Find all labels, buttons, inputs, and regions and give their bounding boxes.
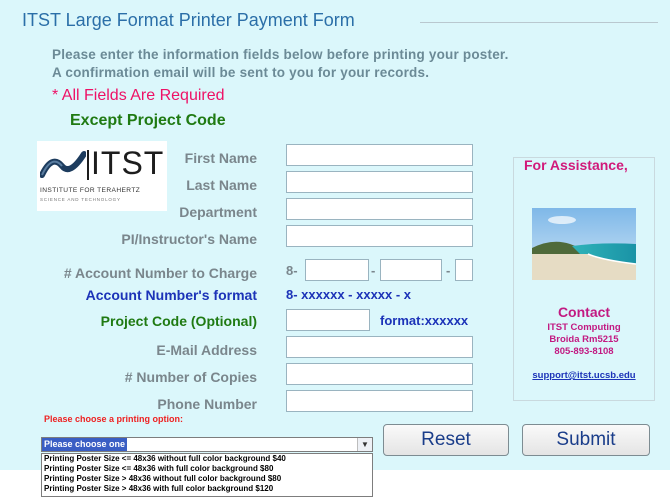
email-input[interactable] — [286, 336, 473, 358]
contact-heading: Contact — [557, 304, 611, 320]
last-name-input[interactable] — [286, 171, 473, 193]
account-format-label: Account Number's format — [85, 287, 257, 303]
printing-option-selected: Please choose one — [42, 438, 128, 451]
account-separator-1: - — [371, 263, 376, 278]
email-label: E-Mail Address — [156, 342, 257, 358]
intro-line-2: A confirmation email will be sent to you… — [52, 65, 430, 80]
support-email-link[interactable]: support@itst.ucsb.edu — [513, 370, 655, 381]
printing-option-list: Printing Poster Size <= 48x36 without fu… — [41, 453, 373, 497]
department-input[interactable] — [286, 198, 473, 220]
project-code-label: Project Code (Optional) — [100, 313, 257, 329]
printing-option-prompt: Please choose a printing option: — [44, 414, 184, 424]
title-divider — [420, 22, 658, 23]
logo-divider — [87, 150, 89, 180]
printing-option-3[interactable]: Printing Poster Size > 48x36 without ful… — [42, 474, 372, 484]
project-code-format-hint: format:xxxxxx — [380, 313, 469, 328]
printing-option-1[interactable]: Printing Poster Size <= 48x36 without fu… — [42, 454, 372, 464]
contact-line-3: 805-893-8108 — [554, 346, 614, 357]
first-name-input[interactable] — [286, 144, 473, 166]
itst-logo: ITST INSTITUTE FOR TERAHERTZ SCIENCE AND… — [37, 141, 167, 211]
department-label: Department — [179, 204, 257, 220]
copies-label: # Number of Copies — [124, 369, 257, 385]
logo-text: ITST — [91, 145, 165, 181]
logo-subtitle: INSTITUTE FOR TERAHERTZ — [40, 187, 141, 194]
account-part-3-input[interactable] — [455, 259, 473, 281]
printing-option-4[interactable]: Printing Poster Size > 48x36 with full c… — [42, 484, 372, 494]
logo-wave-icon — [40, 151, 86, 178]
printing-option-2[interactable]: Printing Poster Size <= 48x36 with full … — [42, 464, 372, 474]
account-prefix: 8- — [286, 263, 298, 278]
except-note: Except Project Code — [70, 112, 226, 129]
last-name-label: Last Name — [186, 177, 257, 193]
logo-subtitle-2: SCIENCE AND TECHNOLOGY — [40, 197, 121, 202]
intro-line-1: Please enter the information fields belo… — [52, 47, 509, 62]
beach-photo — [532, 208, 636, 280]
printing-option-select[interactable]: Please choose one ▼ — [41, 437, 373, 452]
first-name-label: First Name — [184, 150, 257, 166]
account-separator-2: - — [446, 263, 451, 278]
project-code-input[interactable] — [286, 309, 370, 331]
account-part-1-input[interactable] — [305, 259, 369, 281]
phone-label: Phone Number — [157, 396, 257, 412]
contact-line-2: Broida Rm5215 — [549, 334, 619, 345]
reset-button[interactable]: Reset — [383, 424, 509, 456]
form-title: ITST Large Format Printer Payment Form — [22, 10, 355, 30]
pi-name-label: PI/Instructor's Name — [121, 231, 257, 247]
account-part-2-input[interactable] — [380, 259, 442, 281]
assistance-title: For Assistance, — [524, 157, 628, 173]
account-label: # Account Number to Charge — [63, 265, 257, 281]
chevron-down-icon[interactable]: ▼ — [357, 438, 372, 451]
phone-input[interactable] — [286, 390, 473, 412]
submit-button[interactable]: Submit — [522, 424, 650, 456]
required-note: * All Fields Are Required — [52, 87, 225, 104]
contact-line-1: ITST Computing — [547, 322, 621, 333]
account-format-hint: 8- xxxxxx - xxxxx - x — [286, 287, 412, 302]
pi-name-input[interactable] — [286, 225, 473, 247]
copies-input[interactable] — [286, 363, 473, 385]
